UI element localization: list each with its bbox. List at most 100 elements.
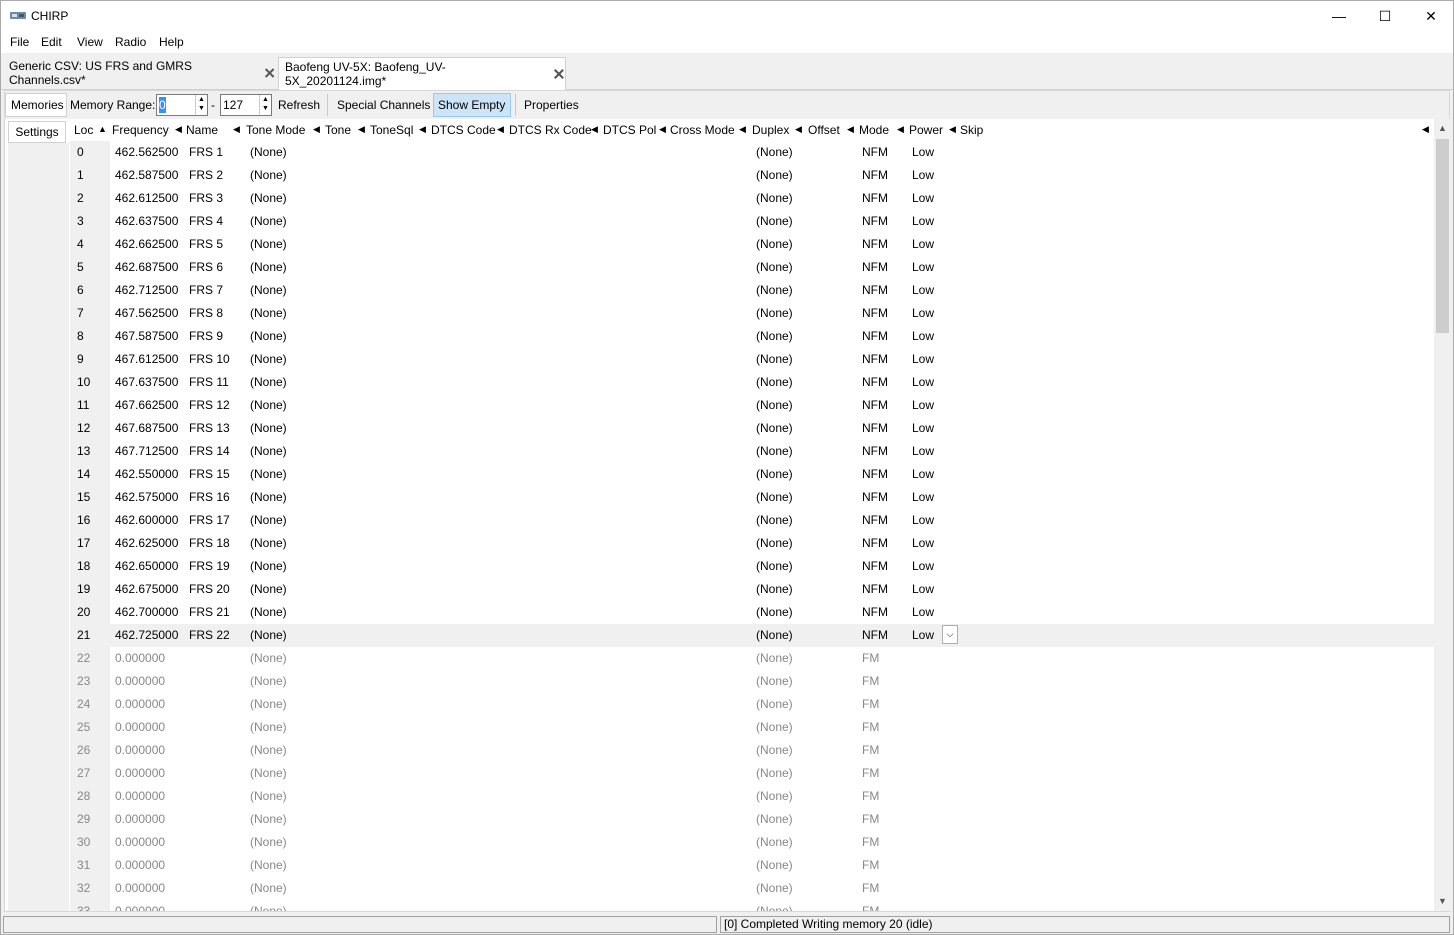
cell-tone-mode[interactable]: (None) xyxy=(250,720,287,734)
column-header-dtcs-code[interactable]: DTCS Code xyxy=(431,123,496,137)
cell-loc[interactable]: 21 xyxy=(77,628,90,642)
column-collapse-icon[interactable]: ◀ xyxy=(949,124,956,135)
column-header-dtcs-rx-code[interactable]: DTCS Rx Code xyxy=(509,123,592,137)
cell-frequency[interactable]: 462.587500 xyxy=(115,168,178,182)
cell-power[interactable]: Low xyxy=(912,352,934,366)
column-collapse-icon[interactable]: ◀ xyxy=(795,124,802,135)
cell-mode[interactable]: FM xyxy=(862,881,879,895)
cell-name[interactable]: FRS 22 xyxy=(189,628,230,642)
cell-frequency[interactable]: 467.587500 xyxy=(115,329,178,343)
cell-frequency[interactable]: 0.000000 xyxy=(115,858,165,872)
cell-tone-mode[interactable]: (None) xyxy=(250,283,287,297)
cell-frequency[interactable]: 467.712500 xyxy=(115,444,178,458)
cell-loc[interactable]: 13 xyxy=(77,444,90,458)
table-row[interactable]: 6 462.712500 FRS 7 (None) (None) NFM Low xyxy=(70,279,1434,302)
cell-name[interactable]: FRS 8 xyxy=(189,306,223,320)
column-collapse-icon[interactable]: ◀ xyxy=(358,124,365,135)
cell-tone-mode[interactable]: (None) xyxy=(250,766,287,780)
column-header-tone-mode[interactable]: Tone Mode xyxy=(246,123,305,137)
menu-help[interactable]: Help xyxy=(159,35,184,49)
cell-duplex[interactable]: (None) xyxy=(756,605,793,619)
table-row[interactable]: 23 0.000000 (None) (None) FM xyxy=(70,670,1434,693)
table-row[interactable]: 8 467.587500 FRS 9 (None) (None) NFM Low xyxy=(70,325,1434,348)
cell-tone-mode[interactable]: (None) xyxy=(250,904,287,911)
cell-tone-mode[interactable]: (None) xyxy=(250,513,287,527)
cell-mode[interactable]: FM xyxy=(862,743,879,757)
cell-frequency[interactable]: 462.550000 xyxy=(115,467,178,481)
cell-frequency[interactable]: 0.000000 xyxy=(115,904,165,911)
cell-power[interactable]: Low xyxy=(912,306,934,320)
cell-power[interactable]: Low xyxy=(912,559,934,573)
scrollbar-thumb[interactable] xyxy=(1436,139,1449,333)
cell-tone-mode[interactable]: (None) xyxy=(250,444,287,458)
table-row[interactable]: 16 462.600000 FRS 17 (None) (None) NFM Low xyxy=(70,509,1434,532)
range-end-stepper[interactable]: ▲ ▼ xyxy=(259,95,271,115)
cell-loc[interactable]: 22 xyxy=(77,651,90,665)
menu-edit[interactable]: Edit xyxy=(41,35,62,49)
cell-tone-mode[interactable]: (None) xyxy=(250,628,287,642)
cell-mode[interactable]: FM xyxy=(862,904,879,911)
cell-mode[interactable]: NFM xyxy=(862,214,888,228)
table-row[interactable]: 27 0.000000 (None) (None) FM xyxy=(70,762,1434,785)
column-collapse-icon[interactable]: ◀ xyxy=(739,124,746,135)
cell-tone-mode[interactable]: (None) xyxy=(250,467,287,481)
cell-mode[interactable]: NFM xyxy=(862,628,888,642)
cell-mode[interactable]: NFM xyxy=(862,467,888,481)
cell-power[interactable]: Low xyxy=(912,283,934,297)
cell-frequency[interactable]: 0.000000 xyxy=(115,674,165,688)
range-start-stepper[interactable]: ▲ ▼ xyxy=(195,95,207,115)
cell-power[interactable]: Low xyxy=(912,329,934,343)
cell-mode[interactable]: NFM xyxy=(862,375,888,389)
cell-duplex[interactable]: (None) xyxy=(756,743,793,757)
cell-frequency[interactable]: 0.000000 xyxy=(115,651,165,665)
cell-mode[interactable]: NFM xyxy=(862,490,888,504)
cell-loc[interactable]: 9 xyxy=(77,352,84,366)
cell-mode[interactable]: NFM xyxy=(862,237,888,251)
cell-tone-mode[interactable]: (None) xyxy=(250,812,287,826)
cell-frequency[interactable]: 462.650000 xyxy=(115,559,178,573)
vertical-scrollbar[interactable]: ▲ ▼ xyxy=(1434,119,1451,911)
cell-mode[interactable]: NFM xyxy=(862,582,888,596)
cell-duplex[interactable]: (None) xyxy=(756,421,793,435)
menu-view[interactable]: View xyxy=(77,35,103,49)
cell-loc[interactable]: 14 xyxy=(77,467,90,481)
table-row[interactable]: 10 467.637500 FRS 11 (None) (None) NFM Low xyxy=(70,371,1434,394)
cell-duplex[interactable]: (None) xyxy=(756,697,793,711)
table-row[interactable]: 14 462.550000 FRS 15 (None) (None) NFM Low xyxy=(70,463,1434,486)
cell-frequency[interactable]: 462.612500 xyxy=(115,191,178,205)
cell-duplex[interactable]: (None) xyxy=(756,513,793,527)
cell-tone-mode[interactable]: (None) xyxy=(250,789,287,803)
cell-loc[interactable]: 24 xyxy=(77,697,90,711)
column-header-loc[interactable]: Loc xyxy=(74,123,93,137)
cell-name[interactable]: FRS 13 xyxy=(189,421,230,435)
properties-button[interactable]: Properties xyxy=(524,95,579,115)
cell-loc[interactable]: 17 xyxy=(77,536,90,550)
table-row[interactable]: 7 467.562500 FRS 8 (None) (None) NFM Low xyxy=(70,302,1434,325)
cell-power[interactable]: Low xyxy=(912,490,934,504)
cell-tone-mode[interactable]: (None) xyxy=(250,375,287,389)
cell-mode[interactable]: FM xyxy=(862,789,879,803)
table-row[interactable]: 2 462.612500 FRS 3 (None) (None) NFM Low xyxy=(70,187,1434,210)
cell-tone-mode[interactable]: (None) xyxy=(250,306,287,320)
cell-loc[interactable]: 31 xyxy=(77,858,90,872)
cell-name[interactable]: FRS 7 xyxy=(189,283,223,297)
cell-loc[interactable]: 1 xyxy=(77,168,84,182)
cell-duplex[interactable]: (None) xyxy=(756,651,793,665)
cell-duplex[interactable]: (None) xyxy=(756,145,793,159)
minimize-button[interactable]: — xyxy=(1316,1,1362,31)
table-row[interactable]: 11 467.662500 FRS 12 (None) (None) NFM Low xyxy=(70,394,1434,417)
cell-frequency[interactable]: 467.662500 xyxy=(115,398,178,412)
cell-loc[interactable]: 7 xyxy=(77,306,84,320)
column-collapse-icon[interactable]: ◀ xyxy=(233,124,240,135)
cell-tone-mode[interactable]: (None) xyxy=(250,237,287,251)
cell-loc[interactable]: 26 xyxy=(77,743,90,757)
column-collapse-icon[interactable]: ◀ xyxy=(419,124,426,135)
cell-frequency[interactable]: 462.712500 xyxy=(115,283,178,297)
cell-name[interactable]: FRS 9 xyxy=(189,329,223,343)
cell-frequency[interactable]: 462.637500 xyxy=(115,214,178,228)
cell-power[interactable]: Low xyxy=(912,513,934,527)
cell-tone-mode[interactable]: (None) xyxy=(250,490,287,504)
cell-name[interactable]: FRS 19 xyxy=(189,559,230,573)
cell-loc[interactable]: 30 xyxy=(77,835,90,849)
cell-loc[interactable]: 33 xyxy=(77,904,90,911)
